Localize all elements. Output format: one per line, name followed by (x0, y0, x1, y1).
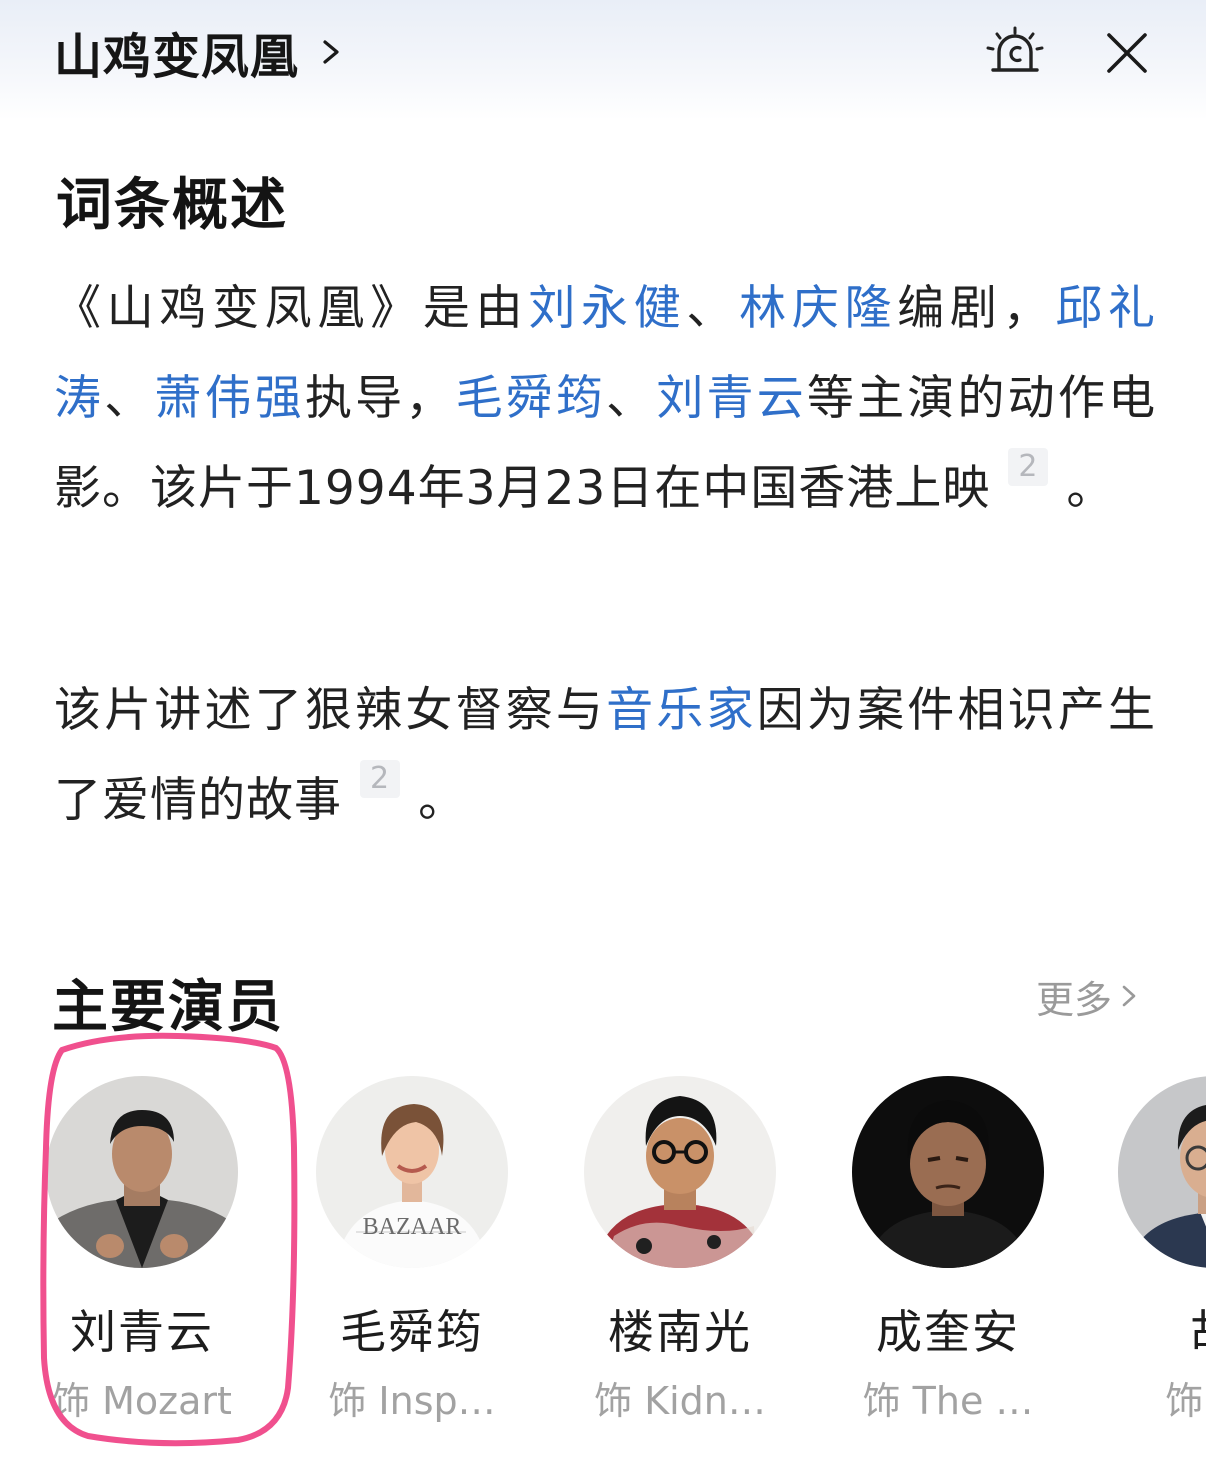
actor-photo (852, 1076, 1044, 1268)
link-writer-1[interactable]: 刘永健 (528, 281, 686, 336)
entry-title: 山鸡变凤凰 (54, 29, 300, 85)
chevron-right-icon (1122, 985, 1136, 1007)
entry-title-link[interactable]: 山鸡变凤凰 (54, 22, 345, 85)
overview-heading: 词条概述 (56, 173, 288, 238)
actor-role: 饰 Kidn… (594, 1379, 766, 1423)
more-cast-link[interactable]: 更多 (1036, 968, 1140, 1024)
svg-text:BAZAAR: BAZAAR (363, 1214, 462, 1240)
actor-photo (1118, 1076, 1206, 1268)
reference-badge[interactable]: 2 (1008, 448, 1049, 486)
encyclopedia-popup: 山鸡变凤凰 词条概述 《山鸡变凤凰》是由刘永健、林庆隆编剧，邱礼涛、萧伟强执导，… (0, 0, 1206, 1457)
actor-role: 饰 Insp… (328, 1379, 496, 1423)
link-writer-2[interactable]: 林庆隆 (739, 281, 897, 336)
cast-heading: 主要演员 (52, 975, 284, 1040)
plot-paragraph: 该片讲述了狠辣女督察与音乐家因为案件相识产生了爱情的故事 2。 (54, 666, 1156, 846)
more-label: 更多 (1036, 977, 1113, 1022)
link-star-1[interactable]: 毛舜筠 (456, 371, 607, 426)
text-span: 。 (418, 773, 467, 828)
actor-name: 刘青云 (70, 1305, 214, 1359)
reference-badge[interactable]: 2 (360, 760, 401, 798)
actor-role: 饰 Th (1165, 1379, 1206, 1423)
actor-name: 成奎安 (876, 1305, 1020, 1359)
actor-card[interactable]: BAZAAR 毛舜筠 饰 Insp… (312, 1074, 512, 1434)
actor-photo (46, 1076, 238, 1268)
actor-card[interactable]: 成奎安 饰 The … (848, 1074, 1048, 1434)
text-span: 。 (1066, 461, 1115, 516)
text-span: 、 (686, 281, 740, 336)
text-span: 、 (104, 371, 155, 426)
actor-photo (584, 1076, 776, 1268)
actor-name: 胡 (1094, 1296, 1206, 1362)
actor-role: 饰 Mozart (52, 1379, 232, 1423)
text-span: 执导， (304, 371, 456, 426)
text-span: 《山鸡变凤凰》是由 (54, 281, 529, 336)
overview-paragraph: 《山鸡变凤凰》是由刘永健、林庆隆编剧，邱礼涛、萧伟强执导，毛舜筠、刘青云等主演的… (54, 264, 1156, 534)
link-star-2[interactable]: 刘青云 (656, 371, 807, 426)
actor-photo: BAZAAR (316, 1076, 508, 1268)
link-director-2[interactable]: 萧伟强 (154, 371, 305, 426)
actor-name: 毛舜筠 (340, 1305, 484, 1359)
actor-card[interactable]: 楼南光 饰 Kidn… (580, 1074, 780, 1434)
actor-name: 楼南光 (608, 1305, 752, 1359)
text-span: 编剧， (897, 281, 1056, 336)
link-musician[interactable]: 音乐家 (606, 683, 757, 738)
text-span: 该片讲述了狠辣女督察与 (54, 683, 607, 738)
report-alarm-icon[interactable] (986, 26, 1044, 76)
actor-card[interactable]: 刘青云 饰 Mozart (42, 1074, 242, 1434)
close-icon[interactable] (1104, 30, 1150, 76)
chevron-right-icon (323, 40, 339, 64)
text-span: 、 (606, 371, 657, 426)
actor-role: 饰 The … (862, 1379, 1034, 1423)
actor-card[interactable]: 胡 饰 Th (1114, 1074, 1206, 1434)
